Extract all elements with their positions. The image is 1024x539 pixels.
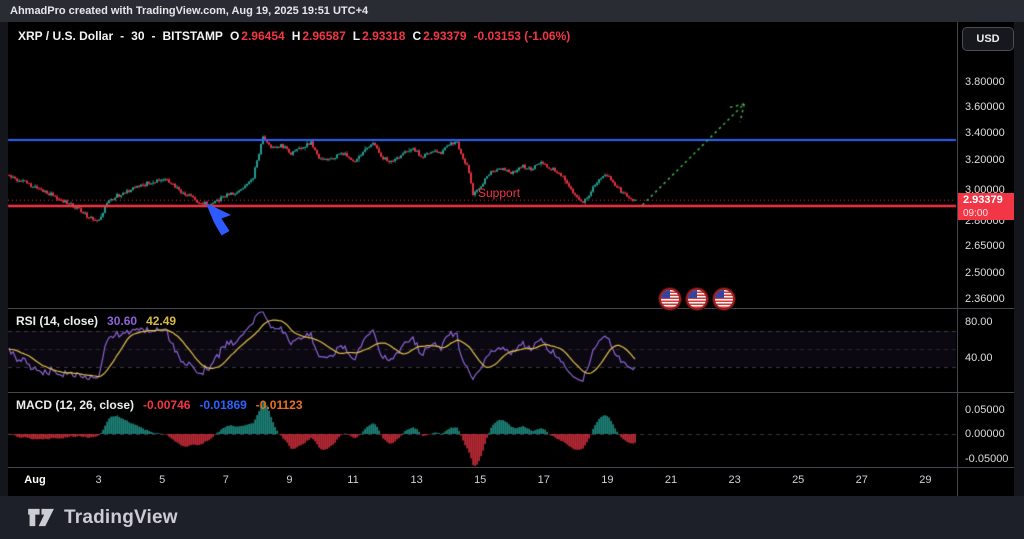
macd-axis-label: -0.05000: [965, 453, 1008, 465]
rsi-value: 30.60: [107, 314, 137, 328]
macd-histogram-value: -0.00746: [143, 398, 190, 412]
time-axis-label: 7: [223, 474, 229, 486]
time-axis-label: 15: [474, 474, 486, 486]
cursor-arrow-drawing[interactable]: [202, 201, 238, 241]
time-axis[interactable]: Aug 3 5 7 9 11 13 15 17 19 21 23 25 27 29: [8, 468, 957, 496]
us-flag-sticker-icon[interactable]: [659, 288, 681, 310]
time-axis-label: 29: [919, 474, 931, 486]
last-price: 2.93379: [963, 194, 1014, 207]
support-label[interactable]: Support: [478, 186, 520, 200]
rsi-title: RSI (14, close): [16, 314, 98, 328]
macd-line-value: -0.01869: [199, 398, 246, 412]
price-axis-label: 3.80000: [965, 76, 1005, 88]
time-axis-label: 13: [410, 474, 422, 486]
footer: TradingView: [0, 496, 1024, 539]
time-axis-label: 27: [856, 474, 868, 486]
time-axis-label: 23: [728, 474, 740, 486]
time-axis-label: 5: [159, 474, 165, 486]
price-axis-label: 2.50000: [965, 267, 1005, 279]
rsi-axis-label: 80.00: [965, 316, 993, 328]
brand-name[interactable]: TradingView: [64, 507, 178, 529]
tradingview-logo-icon[interactable]: [28, 507, 55, 528]
price-axis-label: 2.36000: [965, 293, 1005, 305]
tradingview-snapshot: AhmadPro created with TradingView.com, A…: [0, 0, 1024, 539]
separator: -: [120, 29, 124, 43]
macd-signal-value: -0.01123: [256, 398, 303, 412]
macd-axis-label: 0.05000: [965, 404, 1005, 416]
price-axis-label: 3.20000: [965, 154, 1005, 166]
time-axis-label: 25: [792, 474, 804, 486]
low-value: L2.93318: [353, 29, 406, 43]
rsi-legend[interactable]: RSI (14, close) 30.60 42.49: [16, 314, 176, 328]
attribution-text: AhmadPro created with TradingView.com, A…: [10, 5, 368, 17]
symbol-legend[interactable]: XRP / U.S. Dollar - 30 - BITSTAMP O2.964…: [18, 29, 570, 43]
us-flag-sticker-icon[interactable]: [713, 288, 735, 310]
symbol-title: XRP / U.S. Dollar: [18, 29, 113, 43]
interval: 30: [131, 29, 144, 43]
open-value: O2.96454: [230, 29, 285, 43]
price-axis-label: 3.40000: [965, 127, 1005, 139]
axis-divider: [957, 22, 958, 496]
time-axis-label: 19: [601, 474, 613, 486]
close-value: C2.93379: [412, 29, 466, 43]
macd-axis-label: 0.00000: [965, 428, 1005, 440]
panel-divider[interactable]: [8, 308, 1014, 309]
exchange: BITSTAMP: [163, 29, 223, 43]
high-value: H2.96587: [292, 29, 346, 43]
macd-legend[interactable]: MACD (12, 26, close) -0.00746 -0.01869 -…: [16, 398, 303, 412]
time-axis-label: Aug: [24, 474, 45, 486]
attribution-bar: AhmadPro created with TradingView.com, A…: [0, 0, 1024, 22]
time-axis-label: 9: [286, 474, 292, 486]
time-axis-label: 11: [347, 474, 358, 486]
time-axis-label: 3: [96, 474, 102, 486]
price-axis-label: 3.60000: [965, 101, 1005, 113]
last-price-time: 09:00: [963, 207, 1014, 220]
price-axis-label: 2.65000: [965, 240, 1005, 252]
us-flag-sticker-icon[interactable]: [686, 288, 708, 310]
change-value: -0.03153 (-1.06%): [474, 29, 571, 43]
rsi-ma-value: 42.49: [146, 314, 176, 328]
chart-canvas[interactable]: [0, 0, 1024, 539]
time-axis-label: 21: [665, 474, 677, 486]
panel-divider[interactable]: [8, 392, 1014, 393]
currency-toggle-button[interactable]: USD: [962, 27, 1014, 51]
last-price-badge: 2.93379 09:00: [958, 193, 1014, 220]
rsi-axis-label: 40.00: [965, 352, 993, 364]
time-axis-label: 17: [538, 474, 550, 486]
separator: -: [152, 29, 156, 43]
macd-title: MACD (12, 26, close): [16, 398, 134, 412]
